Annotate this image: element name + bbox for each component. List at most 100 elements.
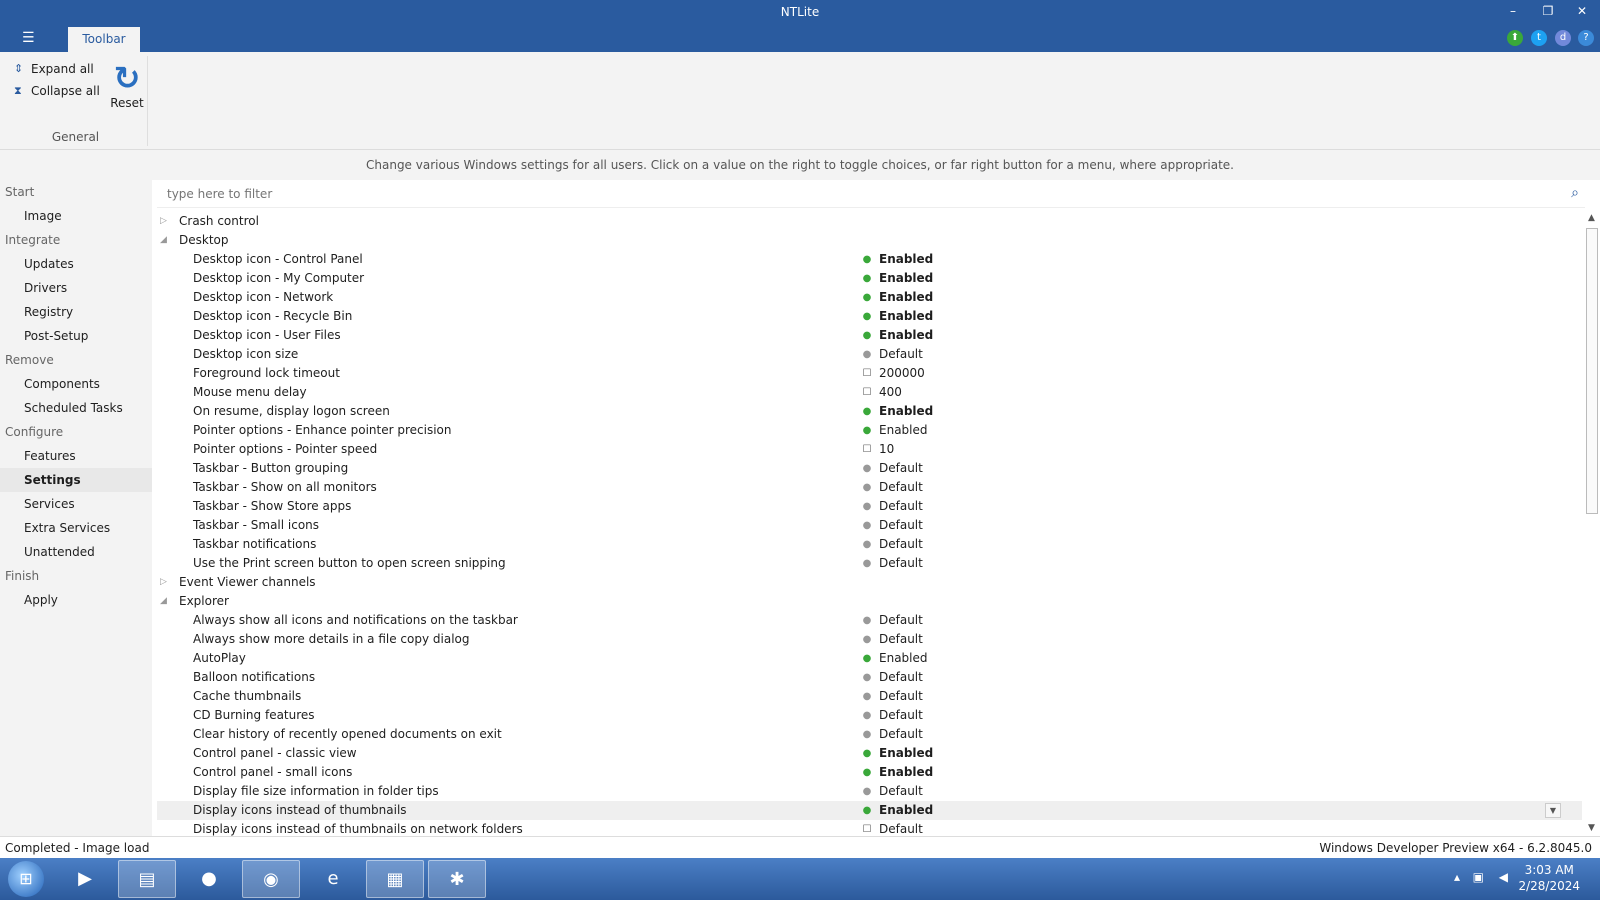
reset-button[interactable]: ↻ Reset xyxy=(108,60,146,110)
setting-row[interactable]: CD Burning features ● Default xyxy=(157,706,1582,725)
sidebar-item-components[interactable]: Components xyxy=(0,372,152,396)
setting-row[interactable]: Control panel - small icons ● Enabled xyxy=(157,763,1582,782)
expand-all-button[interactable]: ⇕ Expand all xyxy=(14,62,94,76)
sidebar-item-unattended[interactable]: Unattended xyxy=(0,540,152,564)
setting-row[interactable]: Always show more details in a file copy … xyxy=(157,630,1582,649)
filter-input[interactable] xyxy=(157,182,1537,206)
update-arrow-icon[interactable]: ⬆ xyxy=(1507,30,1523,46)
sidebar-item-extra-services[interactable]: Extra Services xyxy=(0,516,152,540)
setting-row[interactable]: Desktop icon - My Computer ● Enabled xyxy=(157,269,1582,288)
setting-row[interactable]: Desktop icon - Recycle Bin ● Enabled xyxy=(157,307,1582,326)
setting-row[interactable]: Desktop icon size ● Default xyxy=(157,345,1582,364)
setting-row[interactable]: Use the Print screen button to open scre… xyxy=(157,554,1582,573)
setting-value[interactable]: Default xyxy=(879,725,923,744)
setting-value[interactable]: Default xyxy=(879,630,923,649)
setting-value[interactable]: Default xyxy=(879,497,923,516)
setting-row[interactable]: Foreground lock timeout ☐ 200000 xyxy=(157,364,1582,383)
search-icon[interactable]: ⌕ xyxy=(1571,185,1579,201)
setting-value[interactable]: Default xyxy=(879,706,923,725)
media-player-icon[interactable]: ▶ xyxy=(56,860,114,898)
setting-value[interactable]: Default xyxy=(879,554,923,573)
chat-app-icon[interactable]: ● xyxy=(180,860,238,898)
firefox-icon[interactable]: ◉ xyxy=(242,860,300,898)
file-explorer-icon[interactable]: ▤ xyxy=(118,860,176,898)
setting-row[interactable]: AutoPlay ● Enabled xyxy=(157,649,1582,668)
collapse-arrow-icon[interactable]: ◢ xyxy=(160,592,167,611)
setting-row[interactable]: Taskbar - Small icons ● Default xyxy=(157,516,1582,535)
collapse-arrow-icon[interactable]: ◢ xyxy=(160,231,167,250)
scroll-thumb[interactable] xyxy=(1586,228,1598,514)
setting-value[interactable]: Enabled xyxy=(879,402,933,421)
sidebar-item-services[interactable]: Services xyxy=(0,492,152,516)
tree-group[interactable]: ◢ Explorer xyxy=(157,592,1582,611)
setting-value[interactable]: Enabled xyxy=(879,649,928,668)
ntlite-app-icon[interactable]: ▦ xyxy=(366,860,424,898)
setting-value[interactable]: Enabled xyxy=(879,763,933,782)
sidebar-item-registry[interactable]: Registry xyxy=(0,300,152,324)
sidebar-item-image[interactable]: Image xyxy=(0,204,152,228)
setting-row[interactable]: Clear history of recently opened documen… xyxy=(157,725,1582,744)
internet-explorer-icon[interactable]: e xyxy=(304,860,362,898)
setting-value[interactable]: 200000 xyxy=(879,364,925,383)
start-button[interactable]: ⊞ xyxy=(8,861,44,897)
setting-value[interactable]: Default xyxy=(879,782,923,801)
sidebar-item-apply[interactable]: Apply xyxy=(0,588,152,612)
setting-value[interactable]: Enabled xyxy=(879,744,933,763)
setting-value[interactable]: Enabled xyxy=(879,269,933,288)
minimize-button[interactable]: – xyxy=(1503,4,1523,18)
setting-value[interactable]: Default xyxy=(879,668,923,687)
sidebar-item-updates[interactable]: Updates xyxy=(0,252,152,276)
setting-value[interactable]: Enabled xyxy=(879,801,933,820)
setting-value[interactable]: Default xyxy=(879,611,923,630)
scroll-up-icon[interactable]: ▲ xyxy=(1583,210,1600,226)
setting-value[interactable]: Enabled xyxy=(879,421,928,440)
scroll-down-icon[interactable]: ▼ xyxy=(1583,820,1600,836)
setting-value[interactable]: Enabled xyxy=(879,307,933,326)
setting-row[interactable]: Taskbar - Show on all monitors ● Default xyxy=(157,478,1582,497)
vertical-scrollbar[interactable]: ▲ ▼ xyxy=(1583,210,1600,836)
setting-value[interactable]: Default xyxy=(879,516,923,535)
setting-row[interactable]: Desktop icon - User Files ● Enabled xyxy=(157,326,1582,345)
sidebar-item-post-setup[interactable]: Post-Setup xyxy=(0,324,152,348)
restore-button[interactable]: ❐ xyxy=(1538,4,1558,18)
tab-toolbar[interactable]: Toolbar xyxy=(68,27,140,52)
setting-value[interactable]: Enabled xyxy=(879,288,933,307)
setting-row[interactable]: Control panel - classic view ● Enabled xyxy=(157,744,1582,763)
setting-value[interactable]: 400 xyxy=(879,383,902,402)
sidebar-item-scheduled-tasks[interactable]: Scheduled Tasks xyxy=(0,396,152,420)
setting-value[interactable]: Default xyxy=(879,820,923,836)
setting-row[interactable]: Desktop icon - Control Panel ● Enabled xyxy=(157,250,1582,269)
setting-value[interactable]: Enabled xyxy=(879,326,933,345)
setting-row[interactable]: Taskbar notifications ● Default xyxy=(157,535,1582,554)
setting-value[interactable]: Default xyxy=(879,535,923,554)
setting-value[interactable]: Default xyxy=(879,459,923,478)
twitter-icon[interactable]: t xyxy=(1531,30,1547,46)
setting-row[interactable]: Mouse menu delay ☐ 400 xyxy=(157,383,1582,402)
setting-row[interactable]: Pointer options - Enhance pointer precis… xyxy=(157,421,1582,440)
sidebar-item-drivers[interactable]: Drivers xyxy=(0,276,152,300)
tree-group[interactable]: ◢ Desktop xyxy=(157,231,1582,250)
close-button[interactable]: ✕ xyxy=(1572,4,1592,18)
expand-arrow-icon[interactable]: ▷ xyxy=(160,212,167,231)
expand-arrow-icon[interactable]: ▷ xyxy=(160,573,167,592)
value-dropdown-button[interactable]: ▼ xyxy=(1545,803,1561,818)
tray-expand-icon[interactable]: ▴ xyxy=(1454,870,1460,884)
setting-value[interactable]: Default xyxy=(879,478,923,497)
discord-icon[interactable]: d xyxy=(1555,30,1571,46)
setting-row[interactable]: Display icons instead of thumbnails on n… xyxy=(157,820,1582,836)
clock[interactable]: 3:03 AM 2/28/2024 xyxy=(1518,862,1580,894)
tree-group[interactable]: ▷ Crash control xyxy=(157,212,1582,231)
network-icon[interactable]: ▣ xyxy=(1473,870,1484,884)
setting-value[interactable]: Default xyxy=(879,345,923,364)
hamburger-icon[interactable]: ☰ xyxy=(22,30,35,46)
setting-row[interactable]: Display icons instead of thumbnails ● Enab… xyxy=(157,801,1582,820)
setting-row[interactable]: Desktop icon - Network ● Enabled xyxy=(157,288,1582,307)
setting-row[interactable]: Cache thumbnails ● Default xyxy=(157,687,1582,706)
setting-row[interactable]: Balloon notifications ● Default xyxy=(157,668,1582,687)
setting-row[interactable]: Taskbar - Button grouping ● Default xyxy=(157,459,1582,478)
setting-value[interactable]: Default xyxy=(879,687,923,706)
help-icon[interactable]: ? xyxy=(1578,30,1594,46)
setting-value[interactable]: Enabled xyxy=(879,250,933,269)
setting-row[interactable]: Always show all icons and notifications … xyxy=(157,611,1582,630)
setting-row[interactable]: Pointer options - Pointer speed ☐ 10 xyxy=(157,440,1582,459)
